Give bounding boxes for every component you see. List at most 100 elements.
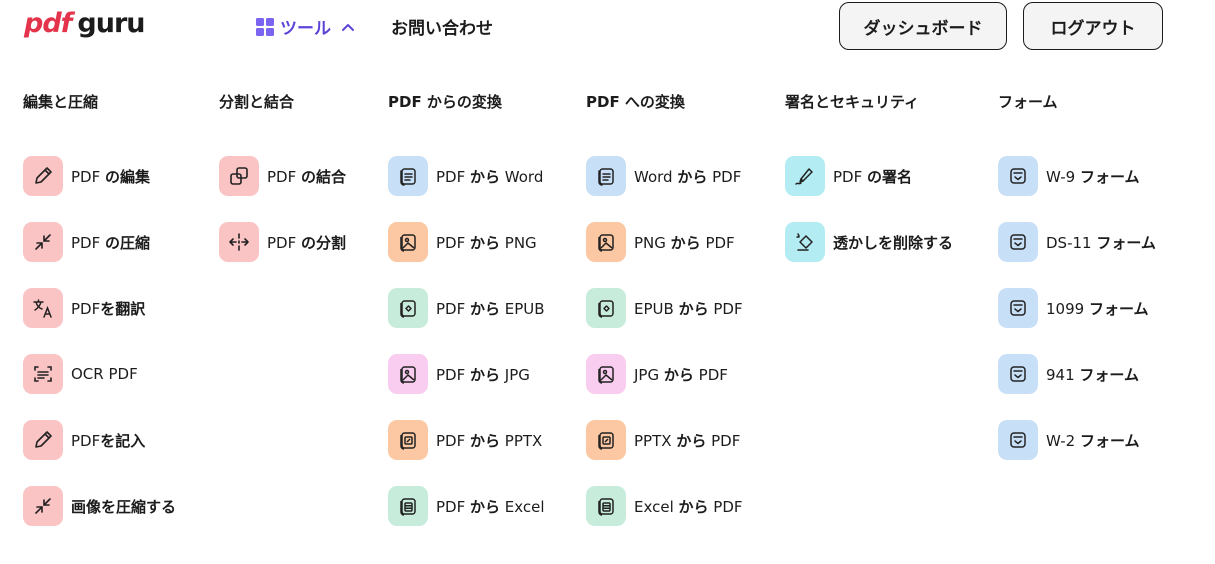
column-title: 分割と結合: [219, 93, 295, 111]
scan-icon: [23, 354, 63, 394]
tool-label: W-9 フォーム: [1046, 167, 1140, 186]
tool-remove-watermark[interactable]: 透かしを削除する: [785, 222, 953, 262]
merge-icon: [219, 156, 259, 196]
spreadsheet-icon: [586, 486, 626, 526]
tools-dropdown-page: pdf guru ツール お問い合わせ ダッシュボード ログアウト 編集と圧縮 …: [0, 0, 1215, 564]
spreadsheet-icon: [388, 486, 428, 526]
tool-label: 941 フォーム: [1046, 365, 1139, 384]
tool-label: EPUB から PDF: [634, 299, 743, 318]
tool-label: PDF の分割: [267, 233, 347, 252]
tool-word-to-pdf[interactable]: Word から PDF: [586, 156, 743, 196]
tool-form-w9[interactable]: W-9 フォーム: [998, 156, 1156, 196]
tool-excel-to-pdf[interactable]: Excel から PDF: [586, 486, 743, 526]
tool-label: PDF から JPG: [436, 365, 530, 384]
document-icon: [586, 156, 626, 196]
tool-split-pdf[interactable]: PDF の分割: [219, 222, 346, 262]
column-convert-to-pdf: PDF への変換 Word から PDF PNG から PDF EPUB から …: [586, 90, 743, 552]
tool-label: OCR PDF: [71, 365, 138, 383]
dashboard-button[interactable]: ダッシュボード: [839, 2, 1007, 50]
tool-jpg-to-pdf[interactable]: JPG から PDF: [586, 354, 743, 394]
tool-label: PPTX から PDF: [634, 431, 741, 450]
tools-menu-toggle[interactable]: ツール: [256, 14, 355, 39]
logout-button[interactable]: ログアウト: [1023, 2, 1163, 50]
tool-label: PDF から EPUB: [436, 299, 545, 318]
signature-pen-icon: [785, 156, 825, 196]
column-forms: フォーム W-9 フォーム DS-11 フォーム 1099 フォーム 941 フ…: [998, 90, 1156, 486]
tool-pdf-to-excel[interactable]: PDF から Excel: [388, 486, 545, 526]
compress-icon: [23, 486, 63, 526]
tool-label: W-2 フォーム: [1046, 431, 1140, 450]
column-title: PDF からの変換: [388, 93, 502, 111]
image-icon: [388, 222, 428, 262]
tools-menu-label: ツール: [280, 19, 331, 39]
tool-pdf-to-word[interactable]: PDF から Word: [388, 156, 545, 196]
split-icon: [219, 222, 259, 262]
form-icon: [998, 222, 1038, 262]
tool-label: PDF から Excel: [436, 497, 545, 516]
form-icon: [998, 420, 1038, 460]
tool-label: PDF の圧縮: [71, 233, 151, 252]
tool-label: Excel から PDF: [634, 497, 743, 516]
logo-guru-text: guru: [77, 8, 145, 39]
tool-pdf-to-epub[interactable]: PDF から EPUB: [388, 288, 545, 328]
tool-label: PNG から PDF: [634, 233, 735, 252]
document-icon: [388, 156, 428, 196]
tool-form-w2[interactable]: W-2 フォーム: [998, 420, 1156, 460]
tool-label: PDF から Word: [436, 167, 544, 186]
grid-icon: [256, 17, 274, 36]
image-icon: [586, 354, 626, 394]
column-edit-compress: 編集と圧縮 PDF の編集 PDF の圧縮 PDFを翻訳 OCR PDF PDF…: [23, 90, 176, 552]
tool-compress-pdf[interactable]: PDF の圧縮: [23, 222, 176, 262]
column-convert-from-pdf: PDF からの変換 PDF から Word PDF から PNG PDF から …: [388, 90, 545, 552]
tool-edit-pdf[interactable]: PDF の編集: [23, 156, 176, 196]
column-title: PDF への変換: [586, 93, 685, 111]
translate-icon: [23, 288, 63, 328]
tool-label: 1099 フォーム: [1046, 299, 1149, 318]
tool-label: PDF から PNG: [436, 233, 537, 252]
tool-label: PDF から PPTX: [436, 431, 543, 450]
tool-sign-pdf[interactable]: PDF の署名: [785, 156, 953, 196]
form-icon: [998, 288, 1038, 328]
tool-label: PDF の署名: [833, 167, 913, 186]
chevron-up-icon: [342, 23, 354, 31]
form-icon: [998, 354, 1038, 394]
tool-pdf-to-pptx[interactable]: PDF から PPTX: [388, 420, 545, 460]
tool-form-ds11[interactable]: DS-11 フォーム: [998, 222, 1156, 262]
tool-pdf-to-jpg[interactable]: PDF から JPG: [388, 354, 545, 394]
tool-pdf-to-png[interactable]: PDF から PNG: [388, 222, 545, 262]
slides-icon: [388, 420, 428, 460]
column-title: 署名とセキュリティ: [785, 93, 920, 111]
pdfguru-logo[interactable]: pdf guru: [24, 8, 146, 39]
column-title: 編集と圧縮: [23, 93, 99, 111]
column-sign-security: 署名とセキュリティ PDF の署名 透かしを削除する: [785, 90, 953, 288]
column-title: フォーム: [998, 93, 1058, 111]
contact-link[interactable]: お問い合わせ: [391, 14, 493, 39]
tool-label: 画像を圧縮する: [71, 497, 177, 516]
tool-translate-pdf[interactable]: PDFを翻訳: [23, 288, 176, 328]
tool-merge-pdf[interactable]: PDF の結合: [219, 156, 346, 196]
tool-epub-to-pdf[interactable]: EPUB から PDF: [586, 288, 743, 328]
logo-pdf-text: pdf: [24, 8, 72, 39]
tool-png-to-pdf[interactable]: PNG から PDF: [586, 222, 743, 262]
tool-ocr-pdf[interactable]: OCR PDF: [23, 354, 176, 394]
tool-compress-image[interactable]: 画像を圧縮する: [23, 486, 176, 526]
image-icon: [586, 222, 626, 262]
column-split-merge: 分割と結合 PDF の結合 PDF の分割: [219, 90, 346, 288]
image-icon: [388, 354, 428, 394]
tool-label: JPG から PDF: [634, 365, 728, 384]
epub-icon: [388, 288, 428, 328]
tool-label: PDFを翻訳: [71, 299, 146, 318]
tool-label: PDF の編集: [71, 167, 151, 186]
tool-label: DS-11 フォーム: [1046, 233, 1156, 252]
tool-form-1099[interactable]: 1099 フォーム: [998, 288, 1156, 328]
tool-form-941[interactable]: 941 フォーム: [998, 354, 1156, 394]
tool-label: Word から PDF: [634, 167, 742, 186]
tool-label: PDF の結合: [267, 167, 347, 186]
tool-label: PDFを記入: [71, 431, 146, 450]
form-icon: [998, 156, 1038, 196]
tool-pptx-to-pdf[interactable]: PPTX から PDF: [586, 420, 743, 460]
compress-icon: [23, 222, 63, 262]
tool-fill-pdf[interactable]: PDFを記入: [23, 420, 176, 460]
epub-icon: [586, 288, 626, 328]
tool-label: 透かしを削除する: [833, 233, 954, 252]
